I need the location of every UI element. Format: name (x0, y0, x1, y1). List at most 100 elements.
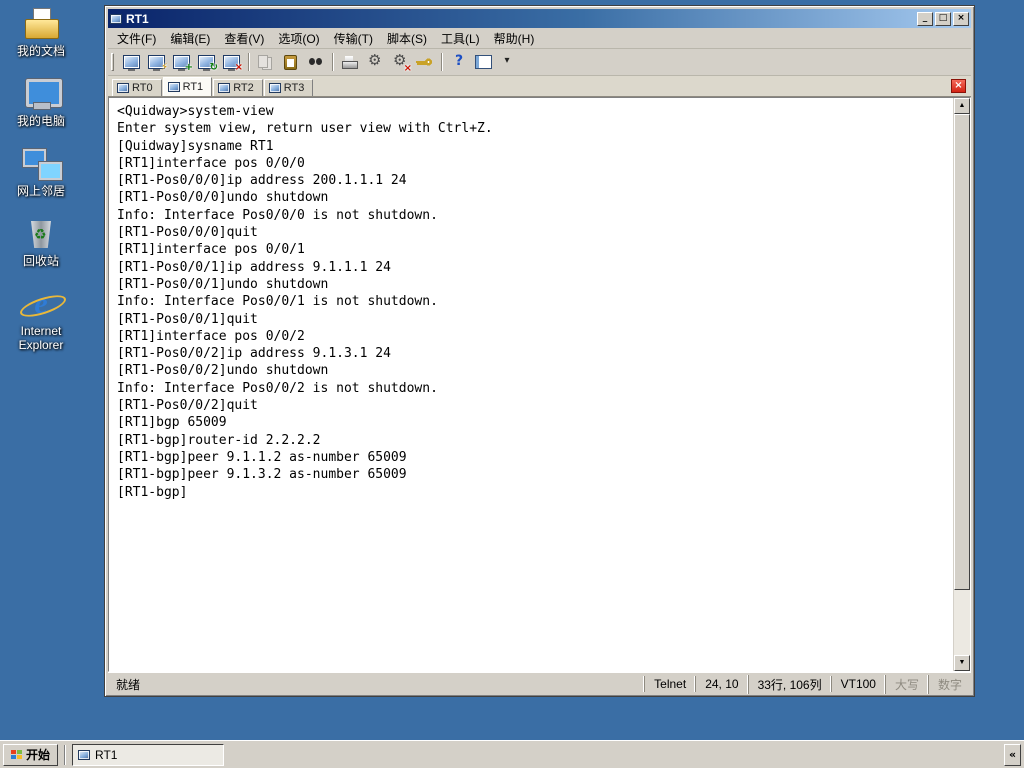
desktop-icon-network-places[interactable]: 网上邻居 (6, 148, 76, 198)
menu-help[interactable]: 帮助(H) (487, 27, 542, 50)
global-options-icon (391, 53, 412, 74)
scrollbar-thumb[interactable] (954, 114, 970, 591)
tray-collapse-button[interactable]: « (1004, 743, 1021, 766)
close-button[interactable]: × (953, 11, 969, 26)
menu-view[interactable]: 查看(V) (217, 27, 271, 50)
terminal-window: RT1 _ □ × 文件(F) 编辑(E) 查看(V) 选项(O) 传输(T) 脚本(S)… (104, 5, 975, 697)
toolbar-overflow-button[interactable] (496, 50, 521, 74)
status-emulation: VT100 (830, 676, 885, 692)
my-computer-icon (22, 78, 62, 110)
tab-rt3[interactable]: RT3 (263, 79, 314, 96)
session-manager-icon (475, 55, 492, 69)
scroll-down-icon[interactable]: ▼ (954, 655, 970, 671)
desktop-icon-column: 我的文档我的电脑网上邻居回收站 e Internet Explorer (6, 8, 76, 372)
recycle-bin-icon (22, 218, 60, 250)
quick-connect-button[interactable] (144, 50, 169, 74)
maximize-button[interactable]: □ (935, 11, 951, 26)
terminal-area: <Quidway>system-view Enter system view, … (108, 97, 971, 672)
find-icon (307, 55, 324, 69)
scroll-up-icon[interactable]: ▲ (954, 98, 970, 114)
network-places-icon (22, 148, 62, 180)
help-icon (450, 54, 467, 69)
find-button[interactable] (303, 50, 328, 74)
window-title: RT1 (126, 11, 149, 26)
desktop-icon-recycle-bin[interactable]: 回收站 (6, 218, 76, 268)
toolbar-separator (332, 53, 333, 71)
minimize-button[interactable]: _ (917, 11, 933, 26)
tab-label: RT3 (283, 82, 305, 94)
copy-icon (257, 55, 274, 69)
session-icon (78, 749, 91, 760)
session-options-icon (366, 53, 383, 69)
paste-button[interactable] (278, 50, 303, 74)
tab-label: RT2 (233, 82, 254, 94)
toolbar (108, 49, 971, 76)
terminal-output[interactable]: <Quidway>system-view Enter system view, … (109, 98, 953, 671)
session-options-button[interactable] (362, 50, 387, 74)
menu-file[interactable]: 文件(F) (110, 27, 163, 50)
tab-label: RT1 (182, 81, 204, 93)
start-button[interactable]: 开始 (3, 743, 59, 766)
taskbar-items: RT1 (72, 743, 1001, 766)
reconnect-icon (198, 55, 218, 73)
taskbar-divider (64, 744, 67, 765)
menu-script[interactable]: 脚本(S) (380, 27, 434, 50)
print-button[interactable] (337, 50, 362, 74)
menu-transfer[interactable]: 传输(T) (327, 27, 380, 50)
menu-tools[interactable]: 工具(L) (434, 27, 487, 50)
session-icon (268, 83, 281, 93)
caption-buttons: _ □ × (917, 11, 969, 26)
status-num-indicator: 数字 (927, 674, 971, 694)
connect-button[interactable] (119, 50, 144, 74)
status-bar: 就绪 Telnet 24, 10 33行, 106列 VT100 大写 数字 (108, 672, 971, 694)
global-options-button[interactable] (387, 50, 412, 74)
start-label: 开始 (26, 748, 51, 762)
tab-label: RT0 (132, 82, 153, 94)
status-protocol: Telnet (644, 676, 695, 692)
help-button[interactable] (446, 50, 471, 74)
keymap-icon (416, 55, 433, 69)
scrollbar-track[interactable] (954, 114, 970, 655)
connect-icon (123, 55, 140, 71)
status-screen-size: 33行, 106列 (747, 674, 831, 694)
copy-button[interactable] (253, 50, 278, 74)
session-tabs: RT0 RT1 RT2 RT3 (112, 77, 944, 96)
desktop-icon-my-computer[interactable]: 我的电脑 (6, 78, 76, 128)
toolbar-grip (111, 53, 114, 71)
terminal-scrollbar[interactable]: ▲ ▼ (953, 98, 970, 671)
menu-bar: 文件(F) 编辑(E) 查看(V) 选项(O) 传输(T) 脚本(S) 工具(L) 帮助(H) (108, 28, 971, 49)
menu-options[interactable]: 选项(O) (271, 27, 326, 50)
desktop-icon-my-documents[interactable]: 我的文档 (6, 8, 76, 58)
desktop-icon-label: 网上邻居 (16, 184, 65, 198)
desktop-icon-internet-explorer[interactable]: e Internet Explorer (6, 288, 76, 353)
desktop-icon-label: Internet Explorer (18, 324, 64, 352)
status-cursor-position: 24, 10 (695, 676, 747, 692)
tab-rt0[interactable]: RT0 (112, 79, 162, 96)
tab-rt2[interactable]: RT2 (213, 79, 263, 96)
desktop-icon-label: 我的文档 (16, 44, 65, 58)
session-icon (167, 82, 180, 92)
connect-in-tab-icon (173, 55, 193, 73)
my-documents-icon (22, 8, 60, 40)
app-icon (110, 13, 122, 24)
title-bar[interactable]: RT1 _ □ × (108, 9, 971, 28)
print-icon (341, 55, 358, 69)
toolbar-separator (441, 53, 442, 71)
close-session-button[interactable]: × (951, 79, 966, 93)
taskbar-item-rt1[interactable]: RT1 (72, 743, 225, 766)
taskbar: 开始 RT1 « (0, 740, 1024, 768)
disconnect-button[interactable] (219, 50, 244, 74)
menu-edit[interactable]: 编辑(E) (163, 27, 217, 50)
tab-rt1[interactable]: RT1 (162, 77, 213, 96)
keymap-button[interactable] (412, 50, 437, 74)
desktop: 我的文档我的电脑网上邻居回收站 e Internet Explorer RT1 _ … (0, 0, 1024, 768)
disconnect-icon (223, 55, 243, 73)
reconnect-button[interactable] (194, 50, 219, 74)
tab-bar: RT0 RT1 RT2 RT3 × (108, 76, 971, 97)
paste-icon (282, 55, 299, 70)
status-ready: 就绪 (116, 677, 141, 692)
desktop-icon-label: 我的电脑 (16, 114, 65, 128)
status-caps-indicator: 大写 (884, 674, 928, 694)
session-manager-button[interactable] (471, 50, 496, 74)
connect-in-tab-button[interactable] (169, 50, 194, 74)
